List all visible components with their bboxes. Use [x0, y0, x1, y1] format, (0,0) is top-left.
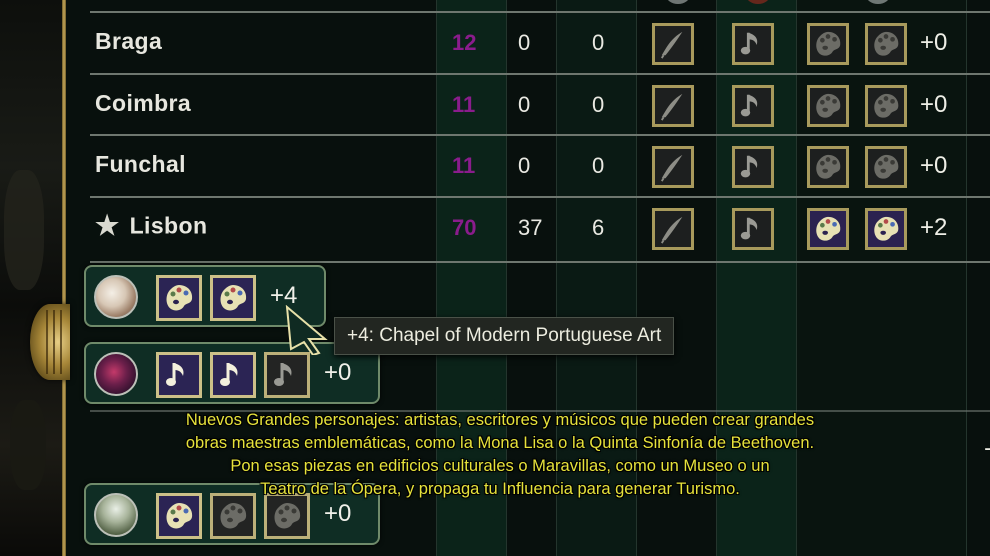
tourism-value: 0 — [518, 30, 531, 55]
music-slot-icon[interactable] — [732, 208, 774, 250]
art-slot-icon[interactable] — [156, 275, 202, 321]
wonder-tooltip: +4: Chapel of Modern Portuguese Art — [334, 317, 675, 355]
art-slot-icon[interactable] — [807, 146, 849, 188]
art-slot-icon[interactable] — [210, 275, 256, 321]
city-name-label: Coimbra — [95, 89, 192, 116]
painting-portrait-icon[interactable] — [94, 275, 138, 319]
writing-slot-icon[interactable] — [652, 23, 694, 65]
city-row[interactable]: Funchal 11 0 0 +0 — [90, 136, 990, 196]
caption-line: Teatro de la Ópera, y propaga tu Influen… — [260, 480, 740, 498]
art-slot-icon[interactable] — [865, 208, 907, 250]
culture-value: 11 — [452, 92, 476, 117]
city-name[interactable]: Braga — [95, 28, 162, 55]
panel-collapse-knob[interactable] — [30, 304, 70, 380]
tourism-value: 0 — [518, 92, 531, 117]
art-slot-icon[interactable] — [807, 85, 849, 127]
city-name[interactable]: ★ Lisbon — [95, 211, 207, 242]
culture-value: 12 — [452, 30, 477, 55]
influence-value: 0 — [592, 153, 605, 178]
culture-overview-screen: Braga 12 0 0 +0 Coimbra 11 0 0 +0 Funchal 11 0 0 +0 ★ Li… — [0, 0, 990, 556]
background-scenery — [0, 0, 62, 556]
city-name-label: Funchal — [95, 150, 186, 177]
music-slot-icon[interactable] — [156, 352, 202, 398]
cursor-arrow-icon — [285, 305, 328, 355]
writing-slot-icon[interactable] — [652, 85, 694, 127]
city-name-label: Braga — [95, 27, 163, 54]
caption-line: obras maestras emblemáticas, como la Mon… — [185, 434, 815, 452]
influence-value: 0 — [592, 92, 605, 117]
star-icon: ★ — [95, 210, 120, 241]
city-row[interactable]: Braga 12 0 0 +0 — [90, 13, 990, 73]
city-name[interactable]: Funchal — [95, 151, 186, 178]
music-slot-icon[interactable] — [732, 146, 774, 188]
wonder-bonus: +0 — [324, 500, 352, 527]
tourism-value: 0 — [518, 153, 531, 178]
influence-value: 0 — [592, 30, 605, 55]
culture-value: 70 — [452, 215, 477, 240]
city-row[interactable]: ★ Lisbon 70 37 6 +2 — [90, 198, 990, 258]
writing-slot-icon[interactable] — [652, 146, 694, 188]
art-slot-icon[interactable] — [807, 23, 849, 65]
art-slot-icon[interactable] — [865, 85, 907, 127]
music-slot-icon[interactable] — [732, 23, 774, 65]
writing-slot-icon[interactable] — [652, 208, 694, 250]
caption-line: Pon esas piezas en edificios culturales … — [230, 457, 770, 475]
influence-value: 6 — [592, 215, 605, 240]
culture-value: 11 — [452, 153, 476, 178]
tourism-value: 37 — [518, 215, 543, 240]
caption-line: Nuevos Grandes personajes: artistas, esc… — [185, 411, 815, 429]
city-name-label: Lisbon — [129, 212, 208, 239]
music-slot-icon[interactable] — [264, 352, 310, 398]
city-name[interactable]: Coimbra — [95, 90, 191, 117]
art-slot-icon[interactable] — [865, 146, 907, 188]
wonder-bonus: +0 — [324, 359, 352, 386]
partial-row-plus: +0 — [984, 436, 990, 464]
great-work-bonus: +0 — [920, 91, 948, 118]
music-portrait-icon[interactable] — [94, 352, 138, 396]
city-row[interactable]: Coimbra 11 0 0 +0 — [90, 75, 990, 135]
great-work-bonus: +0 — [920, 29, 948, 56]
art-slot-icon[interactable] — [865, 23, 907, 65]
great-work-bonus: +2 — [920, 214, 948, 241]
music-slot-icon[interactable] — [210, 352, 256, 398]
subtitle-caption: Nuevos Grandes personajes: artistas, esc… — [60, 409, 940, 501]
music-slot-icon[interactable] — [732, 85, 774, 127]
great-work-bonus: +0 — [920, 152, 948, 179]
art-slot-icon[interactable] — [807, 208, 849, 250]
